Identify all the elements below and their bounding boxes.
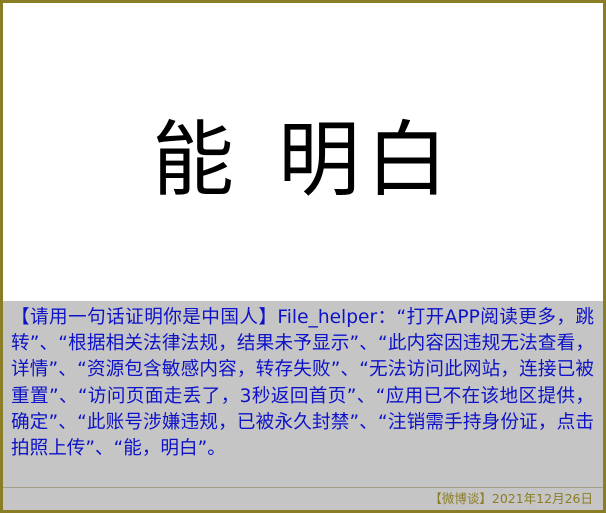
- hero-text: 能 明白: [3, 3, 603, 301]
- hero-text-part-1: 能: [151, 112, 240, 208]
- hero-text-part-2: 明白: [278, 112, 455, 208]
- footer-bar: 【微博谈】2021年12月26日: [3, 488, 603, 510]
- caption-text: 【请用一句话证明你是中国人】File_helper：“打开APP阅读更多，跳转”…: [11, 307, 594, 460]
- source-date-label: 【微博谈】2021年12月26日: [429, 491, 593, 506]
- caption-panel: 【请用一句话证明你是中国人】File_helper：“打开APP阅读更多，跳转”…: [3, 301, 603, 487]
